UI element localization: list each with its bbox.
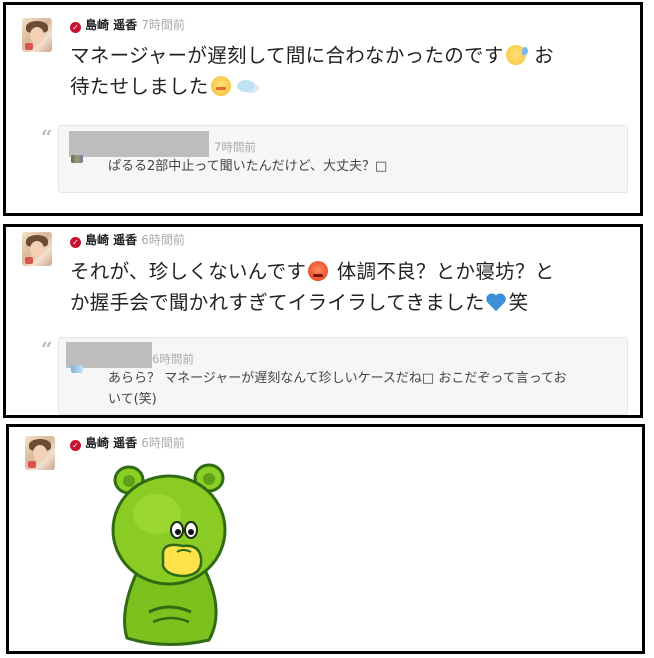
message-text: マネージャーが遅刻して間に合わなかったのです xyxy=(70,44,504,67)
reply-box[interactable]: 7時間前 ぱるる2部中止って聞いたんだけど、大丈夫？□ xyxy=(58,125,628,193)
reply-text-line: あらら？ マネージャーが遅刻なんて珍しいケースだね□ おこだぞって言ってお xyxy=(108,371,567,386)
reply-time: 6時間前 xyxy=(152,352,194,366)
angry-face-emoji xyxy=(308,261,329,281)
author-avatar[interactable] xyxy=(22,232,52,266)
verified-badge-icon: ✓ xyxy=(70,22,81,33)
reply-text: あらら？ マネージャーが遅刻なんて珍しいケースだね□ おこだぞって言ってお いて… xyxy=(108,368,620,410)
post-card-3: ✓ 島崎 遥香 6時間前 xyxy=(6,424,645,654)
post-card-2: ✓ 島崎 遥香 6時間前 それが、珍しくないんです 体調不良？とか寝坊？と か握手会… xyxy=(3,224,643,418)
quote-icon: “ xyxy=(41,337,53,361)
redacted-name xyxy=(69,131,209,157)
post-meta: ✓ 島崎 遥香 6時間前 xyxy=(70,232,185,248)
reply-text: ぱるる2部中止って聞いたんだけど、大丈夫？□ xyxy=(108,159,388,174)
green-bear-sticker[interactable] xyxy=(105,462,231,648)
verified-badge-icon: ✓ xyxy=(70,440,81,451)
author-name[interactable]: 島崎 遥香 xyxy=(85,18,137,32)
message-text: 待たせしました xyxy=(70,75,209,98)
reply-avatar[interactable] xyxy=(71,155,83,163)
post-time: 6時間前 xyxy=(141,233,185,247)
author-name[interactable]: 島崎 遥香 xyxy=(85,436,137,450)
reply-box[interactable]: 6時間前 あらら？ マネージャーが遅刻なんて珍しいケースだね□ おこだぞって言っ… xyxy=(58,337,628,415)
reply-text-line: いて(笑) xyxy=(108,392,157,407)
author-avatar[interactable] xyxy=(22,18,52,52)
author-avatar[interactable] xyxy=(25,436,55,470)
message-text: か握手会で聞かれすぎてイライラしてきました xyxy=(70,291,485,314)
reply-avatar[interactable] xyxy=(71,365,83,373)
post-time: 6時間前 xyxy=(141,436,185,450)
message-text: 体調不良？とか寝坊？と xyxy=(330,260,555,283)
post-message: マネージャーが遅刻して間に合わなかったのです お 待たせしました xyxy=(70,40,630,102)
message-text: 笑 xyxy=(508,291,529,314)
post-meta: ✓ 島崎 遥香 7時間前 xyxy=(70,17,185,33)
reply-time: 7時間前 xyxy=(214,140,256,154)
message-text: お xyxy=(527,44,554,67)
verified-badge-icon: ✓ xyxy=(70,237,81,248)
grimace-face-emoji xyxy=(210,76,231,96)
broken-heart-emoji xyxy=(487,292,507,312)
message-text: それが、珍しくないんです xyxy=(70,260,307,283)
sweat-face-emoji xyxy=(505,45,528,65)
quote-icon: “ xyxy=(41,125,53,149)
dash-puff-emoji xyxy=(235,76,259,96)
post-time: 7時間前 xyxy=(141,18,185,32)
post-meta: ✓ 島崎 遥香 6時間前 xyxy=(70,435,185,451)
author-name[interactable]: 島崎 遥香 xyxy=(85,233,137,247)
post-card-1: ✓ 島崎 遥香 7時間前 マネージャーが遅刻して間に合わなかったのです お 待たせし… xyxy=(3,2,643,216)
post-message: それが、珍しくないんです 体調不良？とか寝坊？と か握手会で聞かれすぎてイライラ… xyxy=(70,256,635,318)
